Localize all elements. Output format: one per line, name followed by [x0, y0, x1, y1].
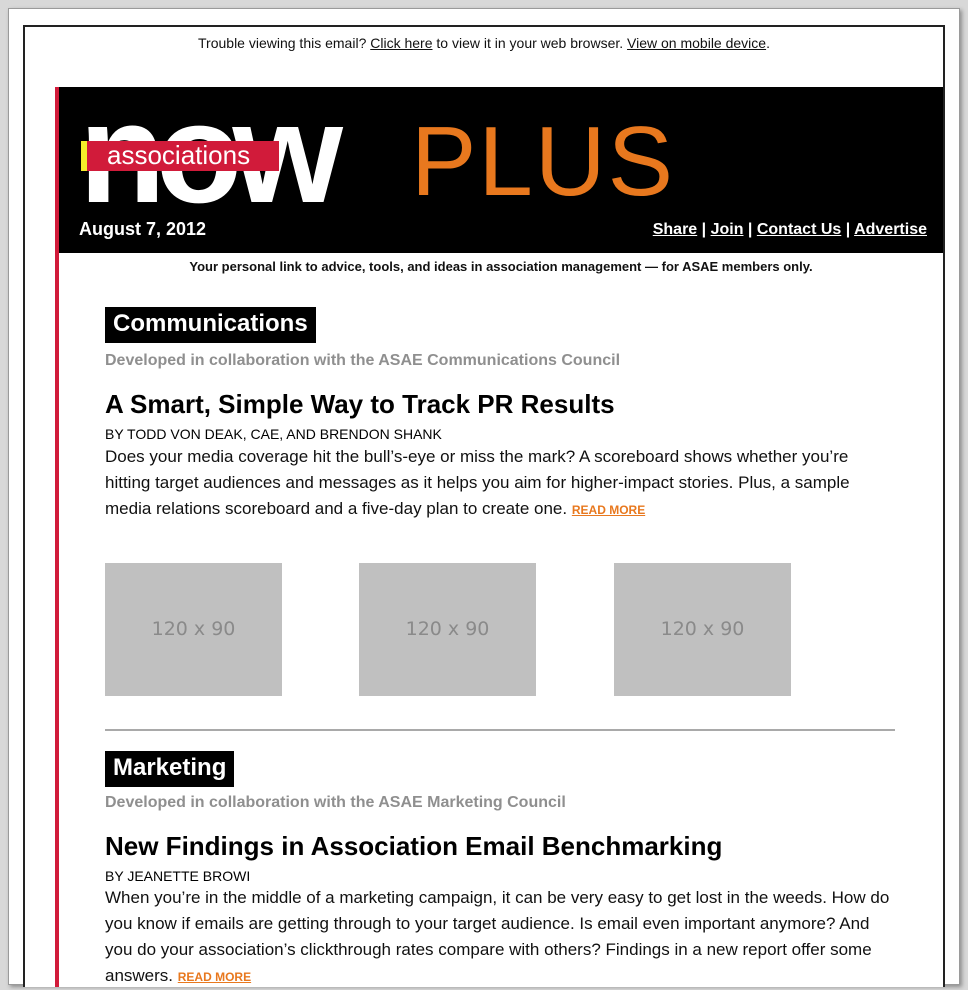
join-link[interactable]: Join: [711, 221, 744, 238]
section-heading-marketing: Marketing: [105, 751, 235, 787]
click-here-link[interactable]: Click here: [370, 35, 432, 51]
article-byline: BY JEANETTE BROWI: [105, 868, 251, 884]
logo-plus-wordmark: PLUS: [411, 106, 676, 216]
issue-date: August 7, 2012: [79, 219, 207, 239]
view-in-browser-notice: Trouble viewing this email? Click here t…: [25, 35, 943, 51]
notice-middle: to view it in your web browser.: [432, 35, 628, 51]
article-body: Does your media coverage hit the bull’s-…: [105, 447, 850, 518]
section-heading-communications: Communications: [105, 307, 316, 343]
notice-suffix: .: [766, 35, 770, 51]
nav-separator: |: [743, 221, 757, 238]
email-window: Trouble viewing this email? Click here t…: [8, 8, 960, 987]
notice-prefix: Trouble viewing this email?: [198, 35, 371, 51]
share-link[interactable]: Share: [653, 221, 697, 238]
read-more-link[interactable]: READ MORE: [572, 503, 645, 517]
nav-separator: |: [841, 221, 855, 238]
thumbnail-placeholder[interactable]: 120 x 90: [359, 563, 536, 696]
article-title[interactable]: A Smart, Simple Way to Track PR Results: [105, 389, 615, 420]
thumbnail-placeholder[interactable]: 120 x 90: [105, 563, 282, 696]
section-subheading: Developed in collaboration with the ASAE…: [105, 794, 566, 811]
section-subheading: Developed in collaboration with the ASAE…: [105, 352, 621, 369]
article-summary: When you’re in the middle of a marketing…: [105, 885, 895, 990]
logo-associations-text: associations: [107, 140, 251, 170]
thumbnail-placeholder[interactable]: 120 x 90: [614, 563, 791, 696]
tagline: Your personal link to advice, tools, and…: [189, 259, 813, 274]
article-title[interactable]: New Findings in Association Email Benchm…: [105, 831, 722, 862]
nav-separator: |: [697, 221, 711, 238]
article-byline: BY TODD VON DEAK, CAE, AND BRENDON SHANK: [105, 426, 442, 442]
article-summary: Does your media coverage hit the bull’s-…: [105, 444, 895, 523]
banner-nav: Share | Join | Contact Us | Advertise: [653, 221, 927, 239]
newsletter-banner: now associations PLUS August 7, 2012 Sha…: [59, 87, 943, 253]
read-more-link[interactable]: READ MORE: [178, 970, 251, 984]
email-content: Trouble viewing this email? Click here t…: [23, 25, 945, 987]
contact-us-link[interactable]: Contact Us: [757, 221, 841, 238]
section-divider: [105, 729, 895, 731]
advertise-link[interactable]: Advertise: [854, 221, 927, 238]
mobile-view-link[interactable]: View on mobile device: [627, 35, 766, 51]
